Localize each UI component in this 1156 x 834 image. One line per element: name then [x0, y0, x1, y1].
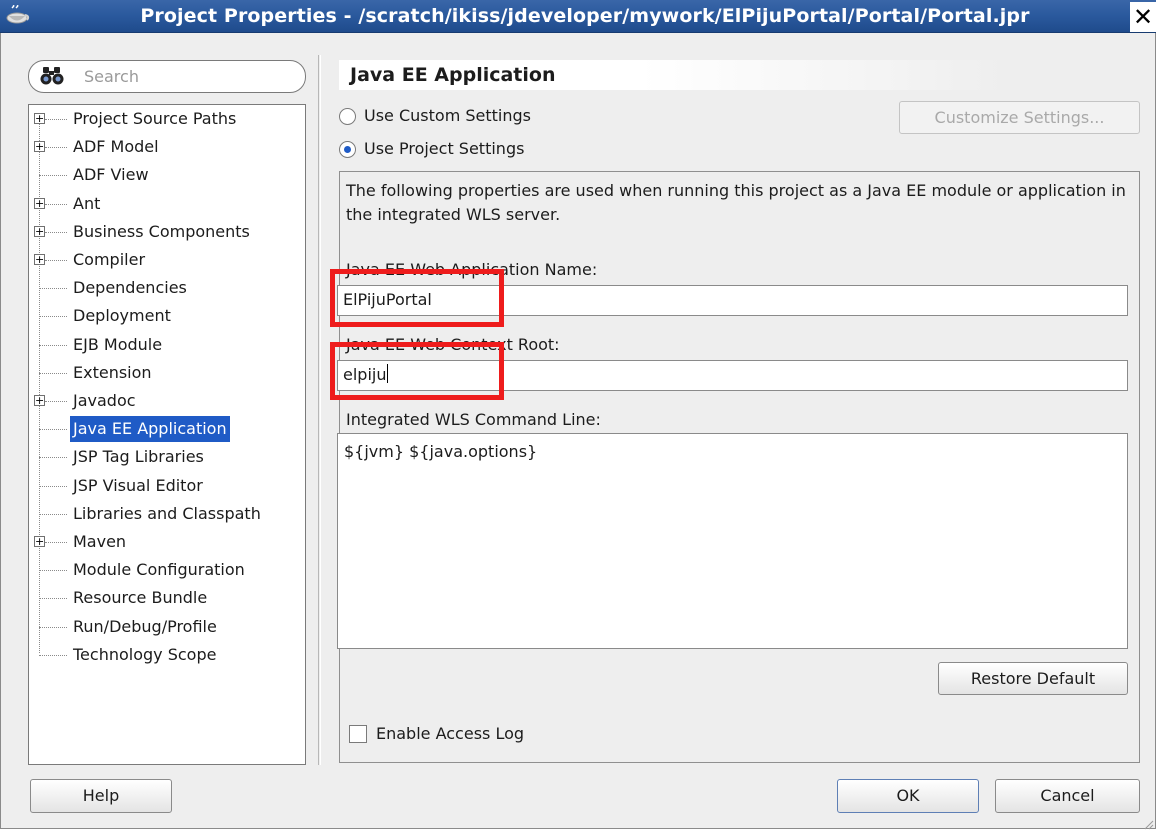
- tree-item-label: Ant: [73, 193, 101, 213]
- tree-item-run-debug-profile[interactable]: Run/Debug/Profile: [29, 614, 305, 640]
- tree-item-label: Module Configuration: [73, 560, 245, 580]
- tree-item-label: Libraries and Classpath: [73, 503, 261, 523]
- highlight-box-context-root: [330, 342, 504, 400]
- splitter[interactable]: [318, 55, 321, 765]
- tree-connector: [45, 260, 67, 261]
- restore-default-button[interactable]: Restore Default: [938, 662, 1128, 695]
- tree-item-label: Compiler: [73, 250, 146, 269]
- tree-item-extension[interactable]: Extension: [29, 360, 305, 386]
- tree-item-project-source-paths[interactable]: + Project Source Paths: [29, 106, 305, 132]
- close-icon[interactable]: ✕: [1130, 2, 1156, 32]
- tree-item-javadoc[interactable]: + Javadoc: [29, 388, 305, 414]
- enable-access-log-label[interactable]: Enable Access Log: [376, 723, 524, 745]
- tree-item-resource-bundle[interactable]: Resource Bundle: [29, 585, 305, 611]
- tree-item-label: ADF Model: [73, 137, 159, 157]
- tree-item-adf-model[interactable]: + ADF Model: [29, 134, 305, 160]
- tree-item-ejb-module[interactable]: EJB Module: [29, 332, 305, 358]
- tree-connector: [39, 513, 67, 515]
- tree-item-label: Business Components: [73, 221, 250, 241]
- tree-item-java-ee-application[interactable]: Java EE Application: [29, 416, 305, 443]
- window-title: Project Properties - /scratch/ikiss/jdev…: [140, 5, 1030, 27]
- use-project-settings-radio[interactable]: [339, 141, 356, 158]
- tree-item-libraries-and-classpath[interactable]: Libraries and Classpath: [29, 501, 305, 527]
- tree-connector: [39, 175, 67, 177]
- expand-icon[interactable]: +: [34, 141, 45, 153]
- tree-connector: [45, 401, 67, 402]
- tree-item-label: Extension: [73, 362, 152, 382]
- tree-item-label: Run/Debug/Profile: [73, 616, 217, 636]
- tree-connector: [39, 316, 67, 318]
- tree-connector: [39, 372, 67, 374]
- tree-connector: [45, 231, 67, 233]
- tree-connector: [39, 429, 67, 431]
- tree-item-label: JSP Visual Editor: [73, 475, 203, 495]
- tree-item-label: Dependencies: [73, 278, 187, 298]
- tree-item-label: Project Source Paths: [73, 109, 237, 128]
- expand-icon[interactable]: +: [34, 536, 45, 547]
- tree-item-jsp-visual-editor[interactable]: JSP Visual Editor: [29, 473, 305, 499]
- tree-item-maven[interactable]: + Maven: [29, 529, 305, 555]
- tree-connector: [45, 119, 67, 120]
- tree-item-label: ADF View: [73, 165, 149, 185]
- tree-item-label: Deployment: [73, 306, 171, 326]
- use-custom-settings-radio[interactable]: [339, 108, 356, 125]
- expand-icon[interactable]: +: [34, 197, 45, 209]
- tree-item-label: EJB Module: [73, 334, 163, 354]
- tree-item-module-configuration[interactable]: Module Configuration: [29, 557, 305, 583]
- expand-icon[interactable]: +: [34, 113, 45, 124]
- java-cup-icon: [5, 5, 31, 27]
- panel-title: Java EE Application: [350, 64, 556, 86]
- binoculars-icon: [40, 66, 64, 86]
- expand-icon[interactable]: +: [34, 395, 45, 406]
- tree-item-label: Maven: [73, 532, 127, 551]
- use-project-settings-label[interactable]: Use Project Settings: [364, 137, 524, 161]
- tree-connector: [39, 654, 67, 656]
- tree-connector: [39, 598, 67, 600]
- expand-icon[interactable]: +: [34, 254, 45, 265]
- customize-settings-button[interactable]: Customize Settings...: [899, 101, 1140, 134]
- search-placeholder: Search: [84, 67, 139, 86]
- tree-connector: [39, 344, 67, 346]
- tree-item-label: Resource Bundle: [73, 588, 208, 608]
- tree-item-business-components[interactable]: + Business Components: [29, 219, 305, 245]
- tree-item-label: Javadoc: [73, 391, 136, 410]
- settings-tree[interactable]: + Project Source Paths + ADF Model ADF View +…: [28, 104, 306, 765]
- tree-item-dependencies[interactable]: Dependencies: [29, 275, 305, 301]
- cancel-button[interactable]: Cancel: [995, 779, 1140, 813]
- tree-item-compiler[interactable]: + Compiler: [29, 247, 305, 273]
- tree-connector: [45, 147, 67, 149]
- tree-item-ant[interactable]: + Ant: [29, 191, 305, 217]
- help-button[interactable]: Help: [30, 779, 172, 813]
- tree-item-deployment[interactable]: Deployment: [29, 303, 305, 329]
- tree-connector: [39, 485, 67, 487]
- tree-connector: [45, 203, 67, 205]
- tree-item-technology-scope[interactable]: Technology Scope: [29, 642, 305, 668]
- enable-access-log-checkbox[interactable]: [349, 725, 367, 743]
- tree-connector: [39, 288, 67, 290]
- tree-item-label: JSP Tag Libraries: [73, 447, 204, 467]
- tree-connector: [39, 570, 67, 572]
- command-line-textarea[interactable]: ${jvm} ${java.options}: [337, 433, 1128, 649]
- tree-item-jsp-tag-libraries[interactable]: JSP Tag Libraries: [29, 444, 305, 470]
- command-line-label: Integrated WLS Command Line:: [346, 410, 601, 429]
- tree-item-label: Technology Scope: [73, 644, 217, 664]
- tree-item-adf-view[interactable]: ADF View: [29, 162, 305, 188]
- tree-connector: [39, 626, 67, 628]
- highlight-box-app-name: [330, 269, 504, 327]
- tree-item-label: Java EE Application: [70, 416, 230, 443]
- tree-connector: [39, 457, 67, 459]
- resize-grip-icon[interactable]: [1142, 815, 1154, 830]
- tree-connector: [45, 542, 67, 543]
- search-input[interactable]: [28, 60, 306, 93]
- settings-description: The following properties are used when r…: [346, 181, 1126, 224]
- expand-icon[interactable]: +: [34, 225, 45, 237]
- use-custom-settings-label[interactable]: Use Custom Settings: [364, 104, 531, 128]
- ok-button[interactable]: OK: [837, 779, 979, 813]
